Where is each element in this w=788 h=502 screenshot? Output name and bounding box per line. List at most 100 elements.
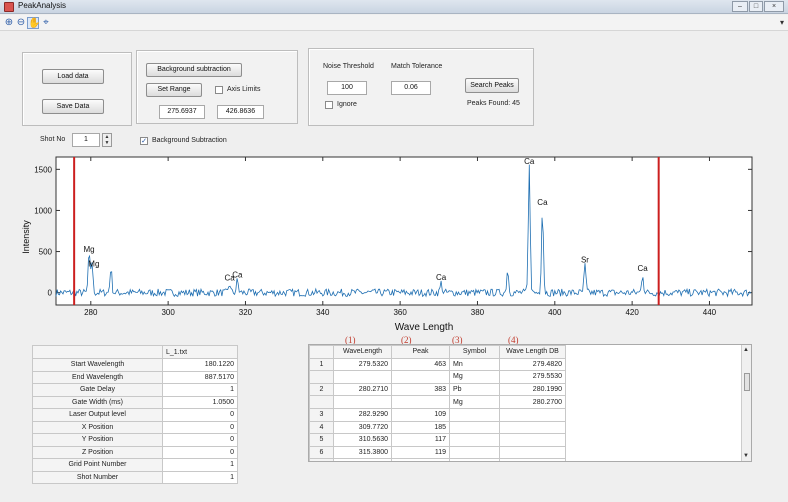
results-corner-cell xyxy=(309,345,334,359)
result-peak[interactable]: 119 xyxy=(391,445,450,460)
results-header-symbol[interactable]: Symbol xyxy=(449,345,500,359)
result-symbol[interactable]: Mn xyxy=(449,357,500,372)
x-axis-label: Wave Length xyxy=(395,322,454,333)
property-name: End Wavelength xyxy=(32,370,163,384)
result-row-number: 2 xyxy=(309,382,334,397)
property-value[interactable]: 0 xyxy=(162,433,238,447)
peak-label: Sr xyxy=(581,256,589,265)
results-header-wavelength[interactable]: WaveLength xyxy=(333,345,392,359)
properties-row: Start Wavelength 180.1220 xyxy=(32,358,238,372)
properties-row: Shot Number 1 xyxy=(32,470,238,484)
result-row[interactable]: 3 282.9290 109 xyxy=(309,407,566,422)
result-wavelength-db[interactable] xyxy=(499,445,566,460)
property-value[interactable]: 1.0500 xyxy=(162,395,238,409)
result-wavelength-db[interactable]: 279.5530 xyxy=(499,370,566,384)
result-peak[interactable] xyxy=(391,395,450,409)
result-row-number xyxy=(309,395,334,409)
result-wavelength-db[interactable] xyxy=(499,407,566,422)
result-symbol[interactable] xyxy=(449,433,500,447)
result-wavelength[interactable]: 315.3800 xyxy=(333,445,392,460)
result-wavelength-db[interactable]: 279.4820 xyxy=(499,357,566,372)
result-wavelength-db[interactable] xyxy=(499,433,566,447)
result-row[interactable]: 7315.9040109Ca315.8870 xyxy=(309,458,566,461)
result-peak[interactable]: 117 xyxy=(391,433,450,447)
property-value[interactable]: 887.5170 xyxy=(162,370,238,384)
scroll-up-icon[interactable]: ▲ xyxy=(743,347,749,353)
result-row-number: 3 xyxy=(309,407,334,422)
result-row[interactable]: Mg 280.2700 xyxy=(309,395,566,409)
result-row[interactable]: 4 309.7720 185 xyxy=(309,420,566,435)
result-wavelength[interactable]: 315.9040 xyxy=(333,458,392,461)
property-name: X Position xyxy=(32,420,163,434)
result-wavelength-db[interactable]: 280.1990 xyxy=(499,382,566,397)
result-wavelength-db[interactable]: 280.2700 xyxy=(499,395,566,409)
result-symbol[interactable]: Mg xyxy=(449,370,500,384)
result-wavelength-db[interactable]: 315.8870 xyxy=(499,458,566,461)
property-value[interactable]: 180.1220 xyxy=(162,358,238,372)
peak-label: Ca xyxy=(637,264,648,273)
result-row[interactable]: Mg 279.5530 xyxy=(309,370,566,384)
property-name: Z Position xyxy=(32,445,163,459)
property-value[interactable]: 0 xyxy=(162,445,238,459)
property-name: Gate Delay xyxy=(32,383,163,397)
result-row-number: 7 xyxy=(309,458,334,461)
result-symbol[interactable] xyxy=(449,407,500,422)
property-value[interactable]: 0 xyxy=(162,408,238,422)
peak-label: Mg xyxy=(83,245,94,254)
property-value[interactable]: 1 xyxy=(162,470,238,484)
plot-area[interactable] xyxy=(55,156,753,306)
properties-row: Grid Point Number 1 xyxy=(32,458,238,472)
result-wavelength[interactable]: 280.2710 xyxy=(333,382,392,397)
property-name: Start Wavelength xyxy=(32,358,163,372)
y-tick-label: 1500 xyxy=(34,165,52,174)
result-peak[interactable]: 383 xyxy=(391,382,450,397)
result-wavelength[interactable]: 282.9290 xyxy=(333,407,392,422)
result-row-number: 4 xyxy=(309,420,334,435)
result-peak[interactable]: 185 xyxy=(391,420,450,435)
result-row-number xyxy=(309,370,334,384)
properties-row: Gate Delay 1 xyxy=(32,383,238,397)
scroll-down-icon[interactable]: ▼ xyxy=(743,453,749,459)
result-symbol[interactable] xyxy=(449,445,500,460)
result-symbol[interactable]: Ca xyxy=(449,458,500,461)
results-scrollbar[interactable]: ▲ ▼ xyxy=(741,345,751,461)
result-wavelength[interactable]: 309.7720 xyxy=(333,420,392,435)
result-symbol[interactable]: Pb xyxy=(449,382,500,397)
peak-label: Mg xyxy=(88,259,99,268)
result-wavelength[interactable]: 279.5320 xyxy=(333,357,392,372)
result-wavelength[interactable]: 310.5630 xyxy=(333,433,392,447)
result-row[interactable]: 6 315.3800 119 xyxy=(309,445,566,460)
property-name: Grid Point Number xyxy=(32,458,163,472)
properties-row: Y Position 0 xyxy=(32,433,238,447)
x-tick-label: 320 xyxy=(239,308,253,317)
y-tick-label: 500 xyxy=(39,248,53,257)
result-peak[interactable]: 109 xyxy=(391,458,450,461)
result-row-number: 5 xyxy=(309,433,334,447)
property-value[interactable]: 1 xyxy=(162,458,238,472)
result-wavelength-db[interactable] xyxy=(499,420,566,435)
x-tick-label: 380 xyxy=(471,308,485,317)
property-value[interactable]: 0 xyxy=(162,420,238,434)
result-row-number: 1 xyxy=(309,357,334,372)
property-value[interactable]: 1 xyxy=(162,383,238,397)
result-peak[interactable]: 109 xyxy=(391,407,450,422)
result-wavelength[interactable] xyxy=(333,395,392,409)
results-header-wavelength-db[interactable]: Wave Length DB xyxy=(499,345,566,359)
y-tick-label: 0 xyxy=(48,289,53,298)
result-peak[interactable] xyxy=(391,370,450,384)
result-row[interactable]: 2 280.2710 383 Pb 280.1990 xyxy=(309,382,566,397)
result-symbol[interactable] xyxy=(449,420,500,435)
result-symbol[interactable]: Mg xyxy=(449,395,500,409)
scroll-thumb[interactable] xyxy=(744,373,750,391)
result-row[interactable]: 1 279.5320 463 Mn 279.4820 xyxy=(309,357,566,372)
results-header-peak[interactable]: Peak xyxy=(391,345,450,359)
y-tick-label: 1000 xyxy=(34,206,52,215)
result-wavelength[interactable] xyxy=(333,370,392,384)
properties-row: X Position 0 xyxy=(32,420,238,434)
peak-label: Ca xyxy=(232,270,243,279)
peak-label: Ca xyxy=(537,198,548,207)
result-peak[interactable]: 463 xyxy=(391,357,450,372)
result-row[interactable]: 5 310.5630 117 xyxy=(309,433,566,447)
peak-label: Ca xyxy=(524,157,535,166)
properties-table: L_1.txt Start Wavelength 180.1220 End Wave… xyxy=(32,345,238,484)
